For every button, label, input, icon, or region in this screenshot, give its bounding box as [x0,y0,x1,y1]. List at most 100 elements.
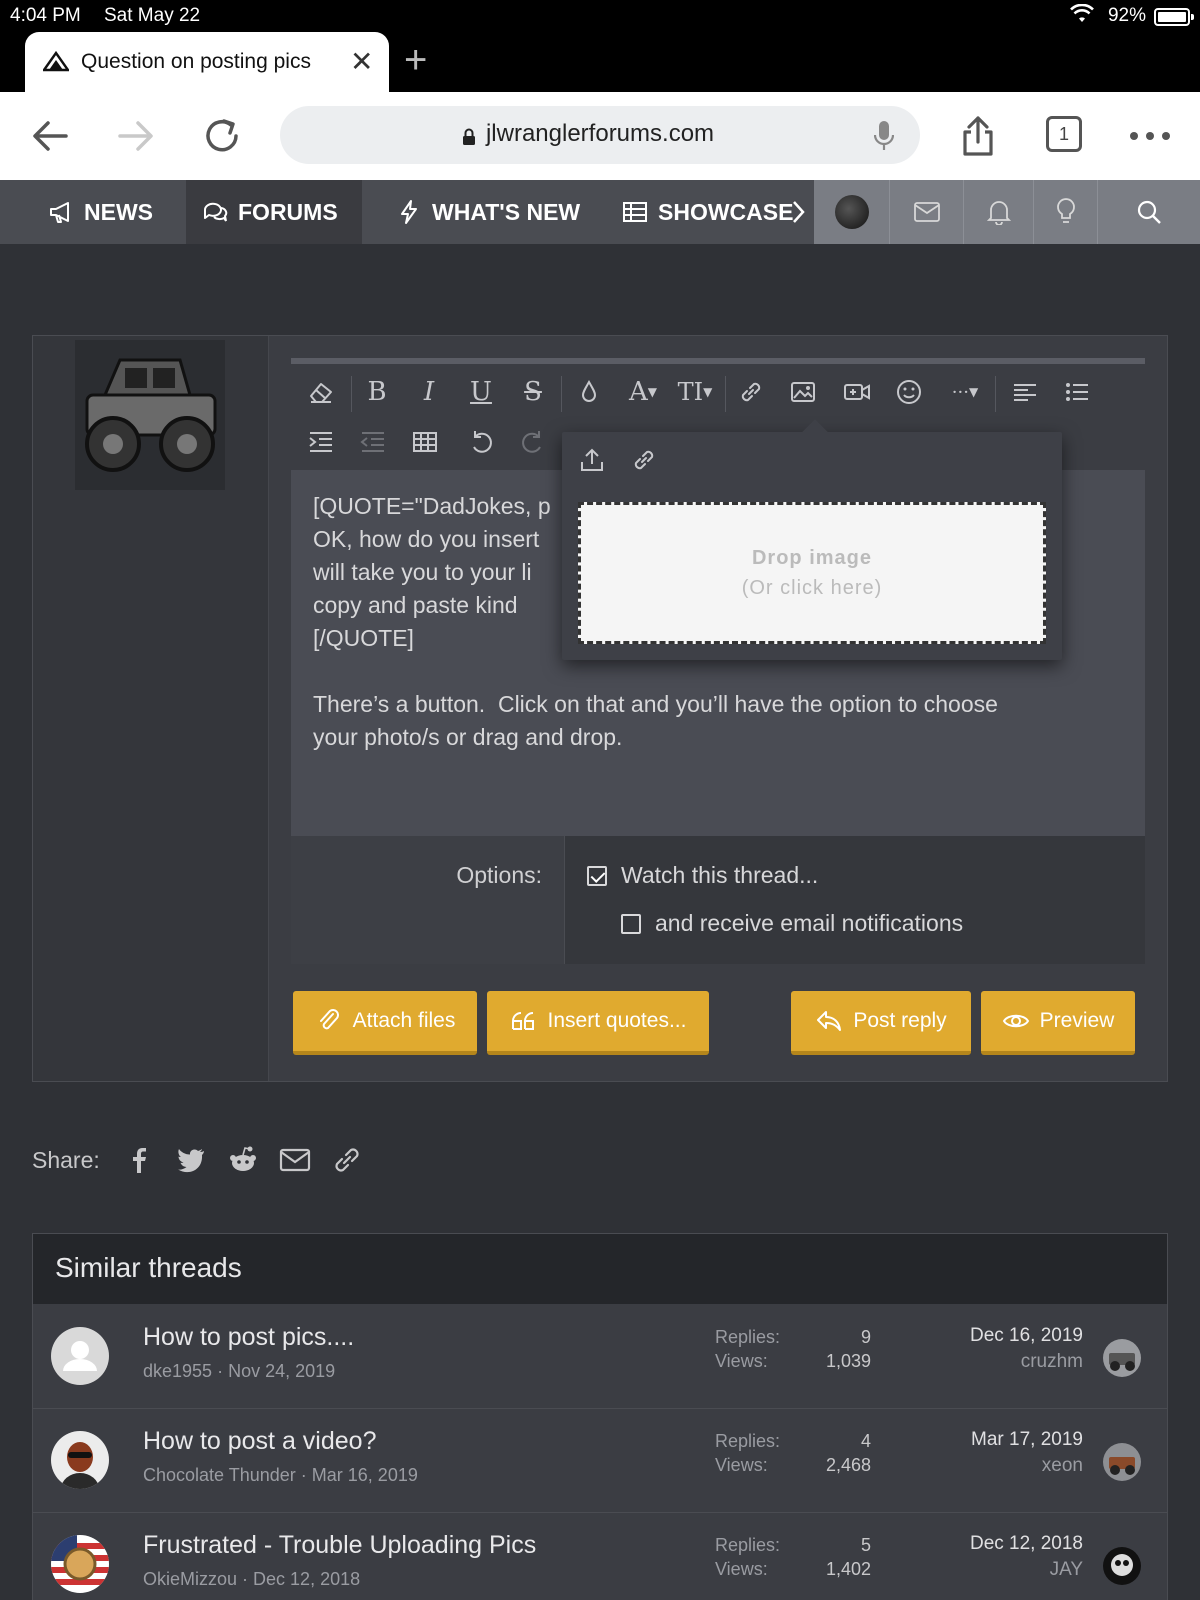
lightbulb-icon[interactable] [1034,180,1098,244]
user-column [33,336,269,1081]
thread-meta: dke1955 · Nov 24, 2019 [143,1361,336,1381]
align-icon[interactable] [1001,372,1049,412]
thread-author[interactable]: dke1955 [143,1361,212,1381]
undo-icon[interactable] [461,422,501,462]
preview-label: Preview [1039,1009,1115,1032]
share-label: Share: [32,1146,100,1173]
insert-image-popup: Drop image (Or click here) [562,419,1062,660]
replies-label: Replies: [715,1327,781,1347]
underline-icon[interactable]: U [461,372,501,412]
battery-percent: 92% [1107,5,1146,26]
quote-icon [511,1012,534,1030]
nav-forums[interactable]: FORUMS [186,180,362,244]
last-poster-avatar[interactable] [1103,1443,1141,1481]
strikethrough-icon[interactable]: S [513,372,553,412]
user-avatar[interactable] [814,180,890,244]
bold-icon[interactable]: B [357,372,397,412]
microphone-icon[interactable] [874,120,894,152]
thread-row[interactable]: How to post pics.... dke1955 · Nov 24, 2… [33,1305,1167,1409]
last-post-date[interactable]: Mar 17, 2019 [913,1429,1083,1451]
bolt-icon [401,200,417,224]
new-tab-icon[interactable]: + [404,38,427,83]
font-size-icon[interactable]: TI ▼ [671,372,719,412]
post-reply-button[interactable]: Post reply [791,991,971,1055]
last-post-date[interactable]: Dec 12, 2018 [913,1533,1083,1555]
email-notifications-label[interactable]: and receive email notifications [655,910,963,937]
nav-whats-new[interactable]: WHAT'S NEW [380,180,600,244]
search-icon[interactable] [1098,180,1200,244]
views-label: Views: [715,1455,768,1475]
link-icon[interactable] [731,372,771,412]
tab-close-icon[interactable]: ✕ [350,45,373,78]
options-row: Options: Watch this thread... and receiv… [291,836,1145,964]
options-label-cell: Options: [291,836,565,964]
paperclip-icon [319,1009,339,1030]
last-post-date[interactable]: Dec 16, 2019 [913,1325,1083,1347]
url-bar[interactable]: jlwranglerforums.com [280,106,920,164]
table-icon[interactable] [405,422,445,462]
browser-tab[interactable]: Question on posting pics ✕ [25,32,389,92]
megaphone-icon [50,202,69,223]
tabs-overview-button[interactable]: 1 [1046,116,1082,152]
replies-count: 9 [860,1327,871,1347]
status-time: 4:04 PM [10,5,81,26]
watch-thread-checkbox[interactable] [587,866,607,886]
inbox-icon[interactable] [890,180,964,244]
insert-media-icon[interactable] [837,372,877,412]
email-share-icon[interactable] [278,1143,312,1177]
last-post-user[interactable]: cruzhm [913,1351,1083,1373]
twitter-icon[interactable] [174,1143,208,1177]
thread-title[interactable]: How to post pics.... [143,1323,354,1352]
user-avatar-large [75,340,225,490]
nav-scroll-right-icon[interactable] [790,200,806,224]
facebook-icon[interactable] [122,1143,156,1177]
clear-formatting-icon[interactable] [301,372,341,412]
reload-icon[interactable] [198,112,246,160]
nav-forums-label: FORUMS [238,198,338,225]
redo-icon[interactable] [513,422,553,462]
views-label: Views: [715,1559,768,1579]
italic-icon[interactable]: I [409,372,449,412]
smilies-icon[interactable] [889,372,929,412]
image-url-link-icon[interactable] [630,446,658,474]
thread-title[interactable]: How to post a video? [143,1427,376,1456]
back-icon[interactable] [26,112,74,160]
thread-author[interactable]: Chocolate Thunder [143,1465,296,1485]
thread-author[interactable]: OkieMizzou [143,1569,237,1589]
thread-date: Mar 16, 2019 [311,1465,418,1485]
last-post-user[interactable]: JAY [913,1559,1083,1581]
nav-user-icons [814,180,1200,244]
image-dropzone[interactable]: Drop image (Or click here) [578,502,1046,644]
bell-icon[interactable] [964,180,1034,244]
last-post-user[interactable]: xeon [913,1455,1083,1477]
forward-icon[interactable] [112,112,160,160]
replies-count: 4 [860,1431,871,1451]
outdent-icon[interactable] [353,422,393,462]
status-bar: 4:04 PM Sat May 22 92% [0,0,1200,32]
copy-link-icon[interactable] [330,1143,364,1177]
share-icon[interactable] [954,112,1002,160]
more-options-icon[interactable]: ··· ▼ [941,372,989,412]
thread-meta: Chocolate Thunder · Mar 16, 2019 [143,1465,418,1485]
thread-row[interactable]: Frustrated - Trouble Uploading Pics Okie… [33,1513,1167,1600]
preview-button[interactable]: Preview [981,991,1135,1055]
nav-showcase[interactable]: SHOWCASE [606,180,814,244]
indent-icon[interactable] [301,422,341,462]
reddit-icon[interactable] [226,1143,260,1177]
last-poster-avatar[interactable] [1103,1339,1141,1377]
nav-news[interactable]: NEWS [32,180,186,244]
watch-thread-label[interactable]: Watch this thread... [621,862,818,889]
thread-row[interactable]: How to post a video? Chocolate Thunder ·… [33,1409,1167,1513]
attach-files-button[interactable]: Attach files [293,991,477,1055]
forum-nav: NEWS FORUMS WHAT'S NEW SHOWCASE [0,180,1200,244]
upload-icon[interactable] [578,446,606,474]
text-color-icon[interactable] [569,372,609,412]
last-poster-avatar[interactable] [1103,1547,1141,1585]
insert-image-icon[interactable] [783,372,823,412]
thread-title[interactable]: Frustrated - Trouble Uploading Pics [143,1531,536,1560]
email-notifications-checkbox[interactable] [621,914,641,934]
font-family-icon[interactable]: A ▼ [619,372,667,412]
more-menu-icon[interactable] [1126,112,1174,160]
insert-quotes-button[interactable]: Insert quotes... [487,991,709,1055]
list-icon[interactable] [1053,372,1101,412]
